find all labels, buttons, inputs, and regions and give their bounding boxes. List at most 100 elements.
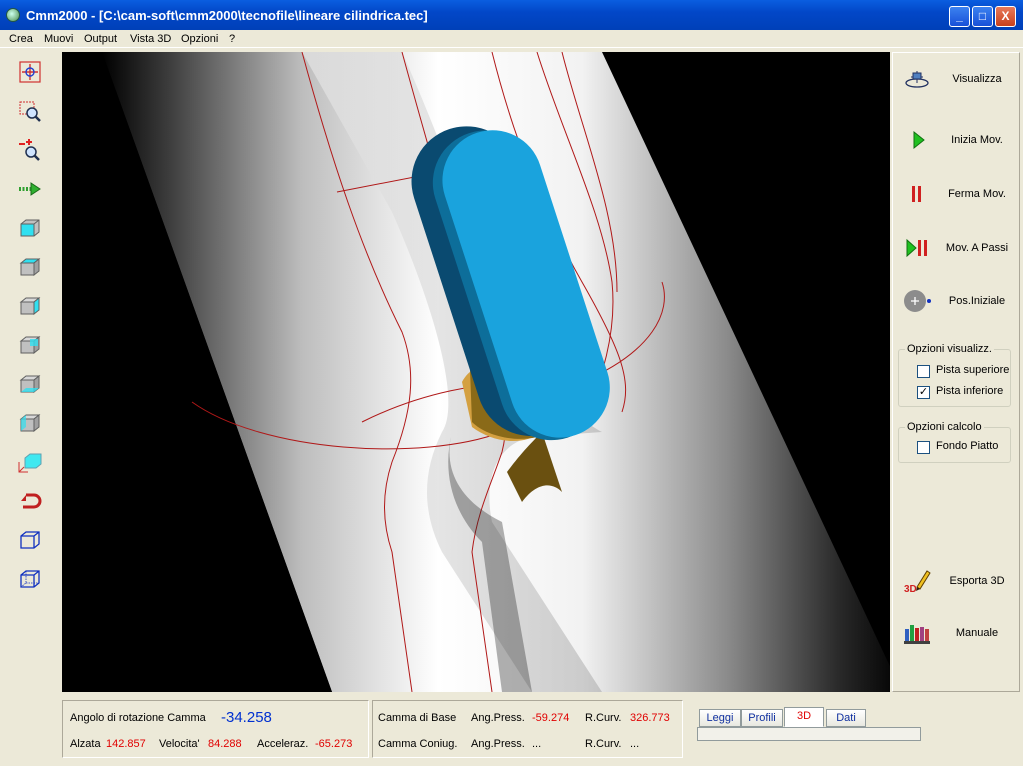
opzioni-visualizz-title: Opzioni visualizz. [905, 343, 994, 355]
manuale-label: Manuale [955, 627, 999, 639]
visualizza-button[interactable]: Visualizza [897, 59, 1017, 99]
cube-top-icon [19, 257, 41, 277]
cube-front-icon [20, 219, 40, 237]
alzata-label: Alzata [70, 738, 101, 750]
left-toolbar [0, 50, 60, 690]
status-area: Angolo di rotazione Camma -34.258 Alzata… [0, 693, 1023, 766]
pos-iniziale-label: Pos.Iniziale [948, 295, 1006, 307]
view-left-button[interactable] [18, 411, 42, 435]
camma-coniug-rcurv-label: R.Curv. [585, 738, 622, 750]
maximize-button[interactable]: □ [972, 6, 993, 27]
motion-status-box: Angolo di rotazione Camma -34.258 Alzata… [62, 700, 369, 758]
view-bottom-button[interactable] [18, 372, 42, 396]
home-position-icon [904, 290, 931, 312]
camma-base-label: Camma di Base [378, 712, 457, 724]
manual-books-icon [904, 625, 930, 644]
camma-base-rcurv-value: 326.773 [630, 712, 670, 724]
cube-right-icon [19, 296, 41, 316]
app-icon[interactable] [6, 8, 20, 22]
tab-profili[interactable]: Profili [741, 709, 783, 727]
camma-coniug-ang-value: ... [532, 738, 542, 750]
camma-status-box: Camma di Base Ang.Press. -59.274 R.Curv.… [372, 700, 683, 758]
camma-base-ang-label: Ang.Press. [471, 712, 525, 724]
camma-coniug-rcurv-value: ... [630, 738, 640, 750]
esporta-3d-button[interactable]: 3D Esporta 3D [897, 561, 1017, 601]
view-iso-button[interactable] [18, 450, 42, 474]
angolo-label: Angolo di rotazione Camma [70, 712, 206, 724]
zoom-window-icon [19, 101, 41, 122]
view-right-button[interactable] [18, 294, 42, 318]
pista-inferiore-checkbox[interactable]: ✓ [917, 386, 930, 399]
ferma-mov-label: Ferma Mov. [948, 188, 1006, 200]
menu-crea[interactable]: Crea [9, 33, 33, 45]
tab-content-strip [697, 727, 921, 741]
camma-coniug-label: Camma Coniug. [378, 738, 458, 750]
menu-vista-3d[interactable]: Vista 3D [130, 33, 171, 45]
ferma-mov-button[interactable]: Ferma Mov. [897, 174, 1017, 214]
zoom-in-out-icon [19, 139, 40, 161]
camma-base-rcurv-label: R.Curv. [585, 712, 622, 724]
manuale-button[interactable]: Manuale [897, 613, 1017, 653]
menu-muovi[interactable]: Muovi [44, 33, 73, 45]
move-crosshair-icon [19, 61, 41, 83]
pista-inferiore-label: Pista inferiore [936, 385, 1004, 397]
velocita-value: 84.288 [208, 738, 242, 750]
minimize-button[interactable]: _ [949, 6, 970, 27]
esporta-3d-label: Esporta 3D [949, 575, 1005, 587]
menu-bar: Crea Muovi Output Vista 3D Opzioni ? [0, 30, 1023, 48]
mov-a-passi-label: Mov. A Passi [945, 242, 1009, 254]
cube-left-icon [19, 413, 41, 433]
right-control-panel: Visualizza Inizia Mov. Ferma Mov. Mov. A… [892, 52, 1020, 692]
fondo-piatto-label: Fondo Piatto [936, 440, 999, 452]
angolo-value: -34.258 [221, 709, 272, 726]
pan-tool-button[interactable] [18, 60, 42, 84]
zoom-in-out-button[interactable] [18, 138, 42, 162]
tab-dati[interactable]: Dati [826, 709, 866, 727]
visualizza-label: Visualizza [952, 73, 1002, 85]
display-3d-icon [905, 71, 929, 88]
pos-iniziale-button[interactable]: Pos.Iniziale [897, 281, 1017, 321]
cube-back-icon [19, 335, 41, 355]
alzata-value: 142.857 [106, 738, 146, 750]
hidden-lines-button[interactable] [18, 567, 42, 591]
cube-axes-icon [18, 453, 42, 473]
inizia-mov-label: Inizia Mov. [951, 134, 1003, 146]
mov-a-passi-button[interactable]: Mov. A Passi [897, 228, 1017, 268]
forward-button[interactable] [18, 177, 42, 201]
menu-help[interactable]: ? [229, 33, 235, 45]
view-top-button[interactable] [18, 255, 42, 279]
view-back-button[interactable] [18, 333, 42, 357]
main-window: Cmm2000 - [C:\cam-soft\cmm2000\tecnofile… [0, 0, 1023, 766]
window-title: Cmm2000 - [C:\cam-soft\cmm2000\tecnofile… [26, 8, 428, 23]
export-3d-icon: 3D [904, 570, 931, 593]
play-icon [913, 130, 925, 150]
camma-coniug-ang-label: Ang.Press. [471, 738, 525, 750]
cube-bottom-icon [19, 374, 41, 394]
step-play-icon [906, 238, 927, 258]
acceler-label: Acceleraz. [257, 738, 309, 750]
pista-superiore-checkbox[interactable] [917, 365, 930, 378]
opzioni-visualizz-group: Opzioni visualizz. Pista superiore ✓ Pis… [898, 343, 1011, 407]
view-front-button[interactable] [18, 216, 42, 240]
zoom-window-button[interactable] [18, 99, 42, 123]
arrow-right-icon [19, 182, 41, 196]
pause-icon [912, 186, 921, 202]
rotate-button[interactable] [18, 489, 42, 513]
inizia-mov-button[interactable]: Inizia Mov. [897, 120, 1017, 160]
camma-base-ang-value: -59.274 [532, 712, 570, 724]
close-button[interactable]: X [995, 6, 1016, 27]
transparent-cube-icon [20, 570, 40, 588]
tab-3d[interactable]: 3D [784, 707, 824, 727]
fondo-piatto-checkbox[interactable] [917, 441, 930, 454]
wireframe-cube-icon [20, 531, 40, 549]
velocita-label: Velocita' [159, 738, 200, 750]
3d-viewport[interactable] [62, 52, 890, 692]
tab-leggi[interactable]: Leggi [699, 709, 741, 727]
menu-output[interactable]: Output [84, 33, 117, 45]
opzioni-calcolo-title: Opzioni calcolo [905, 421, 984, 433]
menu-opzioni[interactable]: Opzioni [181, 33, 218, 45]
rotate-arrow-icon [21, 493, 42, 509]
export-3d-icon-text: 3D [904, 584, 917, 593]
title-bar[interactable]: Cmm2000 - [C:\cam-soft\cmm2000\tecnofile… [0, 0, 1023, 30]
wireframe-button[interactable] [18, 528, 42, 552]
